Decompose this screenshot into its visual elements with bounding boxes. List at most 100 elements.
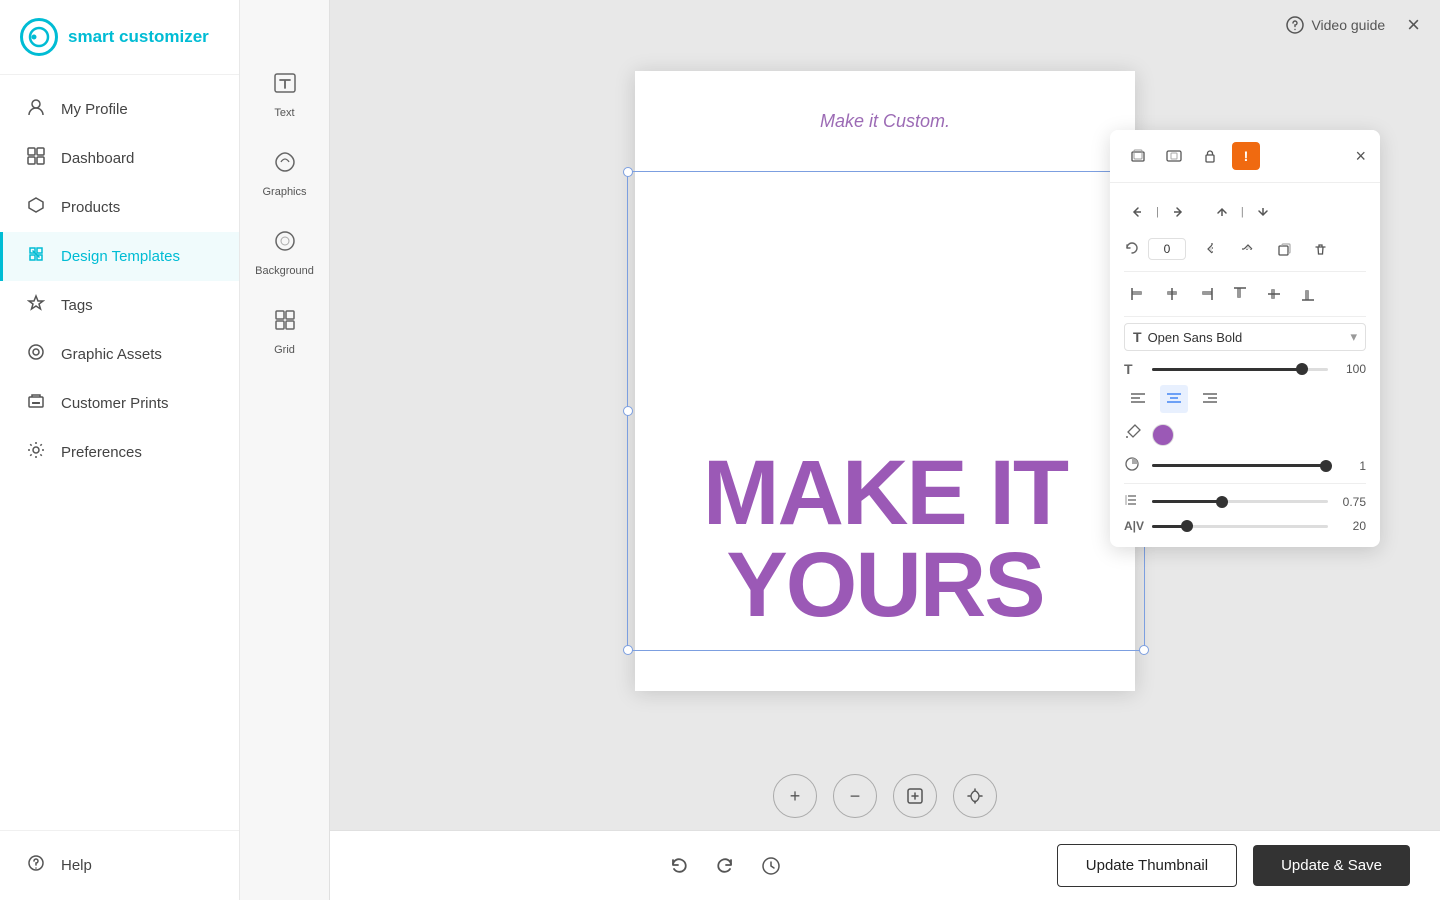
top-bar: Video guide × [330,0,1440,50]
line-height-icon [1124,492,1144,511]
align-left-edge-btn[interactable] [1124,280,1152,308]
align-center-btn[interactable] [1160,385,1188,413]
flip-h-btn[interactable] [1198,235,1226,263]
canvas-toolbar: + − [330,762,1440,830]
letter-spacing-row: A|V 20 [1124,515,1366,537]
align-right-text-icon [1202,392,1218,406]
alert-icon: ! [1244,148,1249,164]
right-panel: ! × | [1110,130,1380,547]
rp-layer-btn[interactable] [1124,142,1152,170]
arrow-up-icon [1215,205,1229,219]
sidebar-item-my-profile[interactable]: My Profile [0,85,239,134]
grid-tool-icon [272,307,298,339]
align-top-edge-btn[interactable] [1226,280,1254,308]
pan-button[interactable] [953,774,997,818]
tags-icon [25,294,47,317]
distribution-row [1124,276,1366,312]
handle-bot-right[interactable] [1139,645,1149,655]
graphic-assets-icon [25,343,47,366]
letter-spacing-slider[interactable] [1152,525,1328,528]
handle-bot-left[interactable] [623,645,633,655]
tool-panel: Text Graphics Background [240,0,330,900]
align-center-v-btn[interactable] [1260,280,1288,308]
pan-icon [966,787,984,805]
history-button[interactable] [752,847,790,885]
align-right-btn[interactable] [1196,385,1224,413]
dashboard-icon [25,147,47,170]
arrow-right-icon [1171,205,1185,219]
canvas-main-text[interactable]: MAKE IT YOURS [625,447,1145,631]
flip-v-btn[interactable] [1234,235,1262,263]
zoom-in-button[interactable]: + [773,774,817,818]
divider-2 [1124,316,1366,317]
sidebar-item-customer-prints[interactable]: Customer Prints [0,379,239,428]
arrow-up-btn[interactable] [1209,199,1235,225]
letter-spacing-icon: A|V [1124,519,1144,533]
undo-icon [669,856,689,876]
arrow-right-btn[interactable] [1165,199,1191,225]
logo-icon [20,18,58,56]
align-left-edge-icon [1130,286,1146,302]
rp-lock-btn[interactable] [1196,142,1224,170]
sidebar-item-preferences[interactable]: Preferences [0,428,239,477]
align-right-edge-btn[interactable] [1192,280,1220,308]
opacity-value: 1 [1336,459,1366,473]
tool-text[interactable]: Text [247,60,323,129]
update-save-button[interactable]: Update & Save [1253,845,1410,886]
top-bar-close-button[interactable]: × [1407,12,1420,38]
sidebar-item-dashboard[interactable]: Dashboard [0,134,239,183]
layer-icon [1130,148,1146,164]
rp-responsive-btn[interactable] [1160,142,1188,170]
text-color-swatch[interactable] [1152,424,1174,446]
align-left-text-icon [1130,392,1146,406]
align-bottom-edge-btn[interactable] [1294,280,1322,308]
color-picker-icon [1124,423,1142,446]
arrow-down-btn[interactable] [1250,199,1276,225]
handle-top-left[interactable] [623,167,633,177]
divider-1 [1124,271,1366,272]
copy-icon [1277,242,1292,257]
handle-mid-left[interactable] [623,406,633,416]
sidebar-item-tags[interactable]: Tags [0,281,239,330]
customer-prints-icon [25,392,47,415]
redo-icon [715,856,735,876]
align-center-h-icon [1164,286,1180,302]
sidebar-item-design-templates[interactable]: Design Templates [0,232,239,281]
font-selector[interactable]: T Open Sans Bold ▾ [1124,323,1366,351]
zoom-out-button[interactable]: − [833,774,877,818]
sidebar-item-products[interactable]: Products [0,183,239,232]
rotation-value[interactable]: 0 [1148,238,1186,260]
tool-grid[interactable]: Grid [247,297,323,366]
responsive-icon [1166,148,1182,164]
canvas[interactable]: Make it Custom. MAKE IT YOURS [635,71,1135,691]
align-center-h-btn[interactable] [1158,280,1186,308]
right-panel-header: ! × [1110,130,1380,183]
right-panel-body: | | [1110,183,1380,547]
opacity-row: 1 [1124,452,1366,479]
rp-alert-btn[interactable]: ! [1232,142,1260,170]
line-height-row: 0.75 [1124,488,1366,515]
profile-icon [25,98,47,121]
line-height-slider[interactable] [1152,500,1328,503]
font-size-slider[interactable] [1152,368,1328,371]
arrow-left-btn[interactable] [1124,199,1150,225]
fit-button[interactable] [893,774,937,818]
graphics-tool-icon [272,149,298,181]
copy-btn[interactable] [1270,235,1298,263]
opacity-slider[interactable] [1152,464,1328,467]
redo-button[interactable] [706,847,744,885]
vertical-separator: | [1241,206,1244,218]
tool-graphics[interactable]: Graphics [247,139,323,208]
video-guide-link[interactable]: Video guide [1285,15,1385,35]
delete-btn[interactable] [1306,235,1334,263]
sidebar-item-help[interactable]: Help [0,841,239,890]
undo-button[interactable] [660,847,698,885]
align-center-text-icon [1166,392,1182,406]
update-thumbnail-button[interactable]: Update Thumbnail [1057,844,1237,887]
sidebar-item-graphic-assets[interactable]: Graphic Assets [0,330,239,379]
right-panel-close-button[interactable]: × [1355,146,1366,167]
history-icon [761,856,781,876]
tool-background[interactable]: Background [247,218,323,287]
align-left-btn[interactable] [1124,385,1152,413]
line-height-value: 0.75 [1336,495,1366,509]
